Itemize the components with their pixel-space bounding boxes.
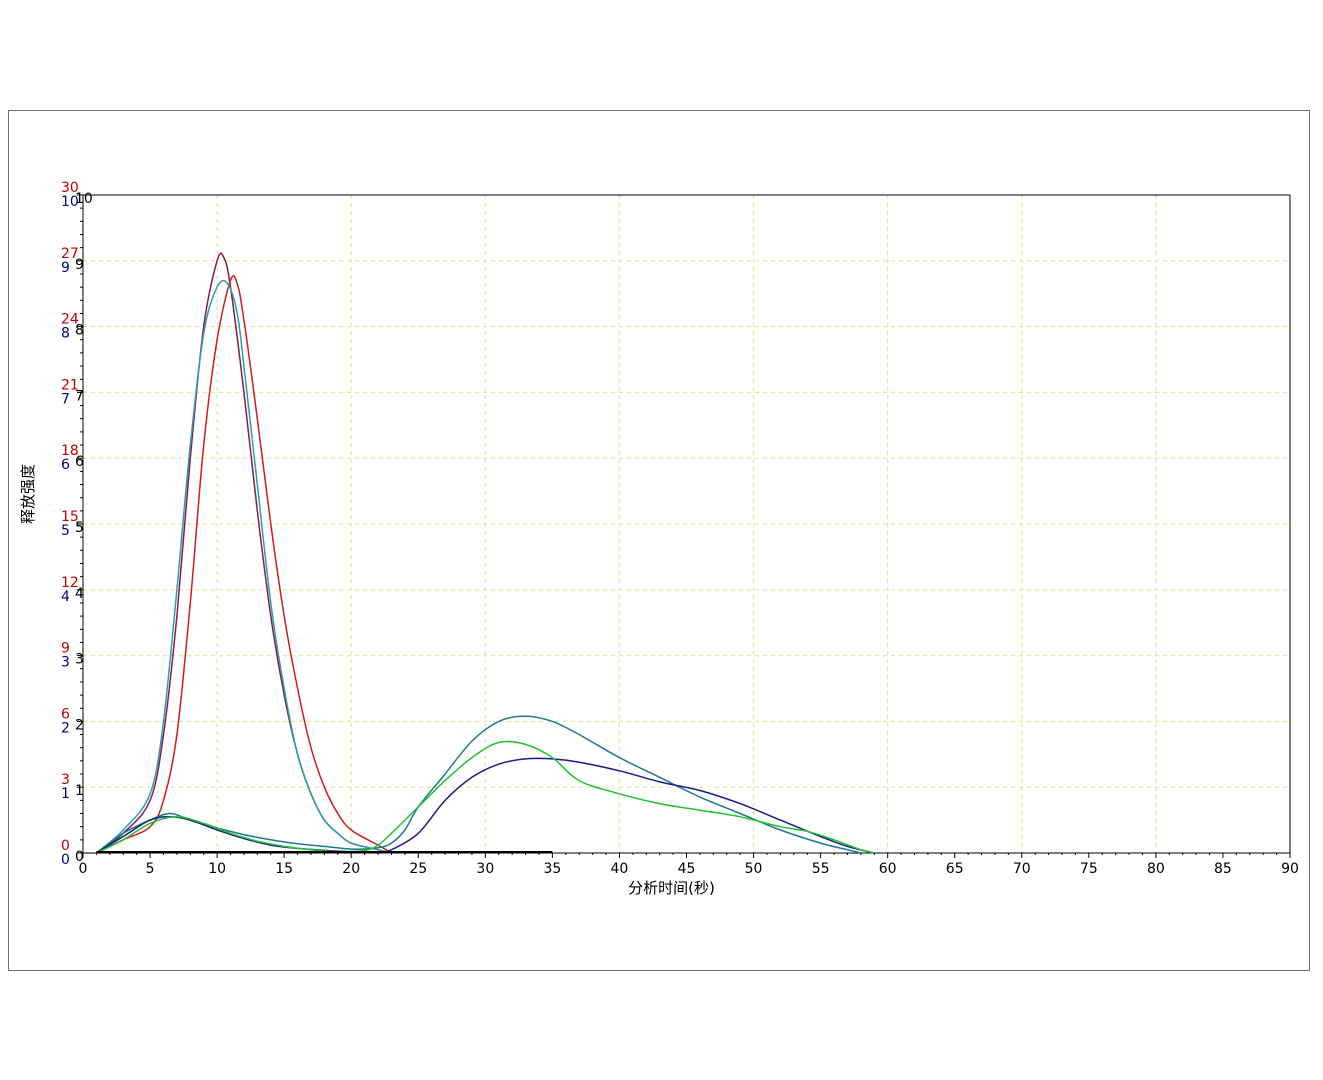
y-tick-label-blue: 0 — [61, 852, 70, 868]
x-tick-label: 35 — [543, 861, 561, 877]
x-tick-label: 70 — [1013, 861, 1031, 877]
series-line-4 — [95, 715, 861, 854]
y-tick-label-black: 3 — [75, 652, 84, 668]
x-tick-label: 20 — [342, 861, 360, 877]
x-tick-label: 5 — [146, 861, 155, 877]
x-tick-label: 85 — [1214, 861, 1232, 877]
y-tick-label-black: 7 — [75, 388, 84, 404]
y-tick-label-black: 9 — [75, 257, 84, 273]
x-tick-label: 40 — [611, 861, 629, 877]
y-tick-label-blue: 6 — [61, 457, 70, 473]
x-tick-label: 55 — [812, 861, 830, 877]
y-tick-label-black: 8 — [75, 323, 84, 339]
y-axis-ticks: 00 031 162 293 3124 4155 5186 6217 7248 8279 93010… — [61, 180, 93, 868]
x-tick-label: 10 — [208, 861, 226, 877]
y-tick-label-blue: 7 — [61, 391, 70, 407]
y-tick-label-black: 10 — [75, 191, 93, 207]
y-tick-label-black: 1 — [75, 783, 84, 799]
grid-layer — [83, 195, 1290, 853]
x-axis-ticks: 0 5 10 15 20 25 30 35 40 45 50 55 60 65 70 75 80 85 90 — [79, 853, 1299, 877]
x-tick-label: 25 — [409, 861, 427, 877]
y-tick-label-blue: 9 — [61, 260, 70, 276]
y-tick-label-blue: 5 — [61, 523, 70, 539]
x-tick-label: 45 — [678, 861, 696, 877]
y-tick-label-black: 0 — [75, 849, 84, 865]
x-tick-label: 30 — [476, 861, 494, 877]
x-tick-label: 50 — [745, 861, 763, 877]
y-tick-label-black: 5 — [75, 520, 84, 536]
x-tick-label: 80 — [1147, 861, 1165, 877]
y-tick-label-blue: 1 — [61, 786, 70, 802]
x-tick-label: 75 — [1080, 861, 1098, 877]
series-line-3 — [95, 279, 392, 854]
y-tick-label-black: 2 — [75, 717, 84, 733]
y-tick-label-black: 4 — [75, 586, 84, 602]
x-tick-label: 15 — [275, 861, 293, 877]
x-tick-label: 90 — [1281, 861, 1299, 877]
y-tick-label-blue: 3 — [61, 655, 70, 671]
y-tick-label-black: 6 — [75, 454, 84, 470]
y-tick-label-blue: 2 — [61, 720, 70, 736]
x-axis-label: 分析时间(秒) — [628, 879, 715, 897]
x-tick-label: 65 — [946, 861, 964, 877]
series-line-1 — [95, 252, 392, 854]
y-tick-label-blue: 4 — [61, 589, 70, 605]
release-intensity-chart: 0 5 10 15 20 25 30 35 40 45 50 55 60 65 70 75 80 85 90 00 0… — [19, 180, 1299, 897]
x-tick-label: 60 — [879, 861, 897, 877]
y-axis-label: 释放强度 — [19, 464, 37, 524]
y-tick-label-blue: 8 — [61, 326, 70, 342]
chart-frame: 0 5 10 15 20 25 30 35 40 45 50 55 60 65 70 75 80 85 90 000… — [8, 110, 1310, 971]
